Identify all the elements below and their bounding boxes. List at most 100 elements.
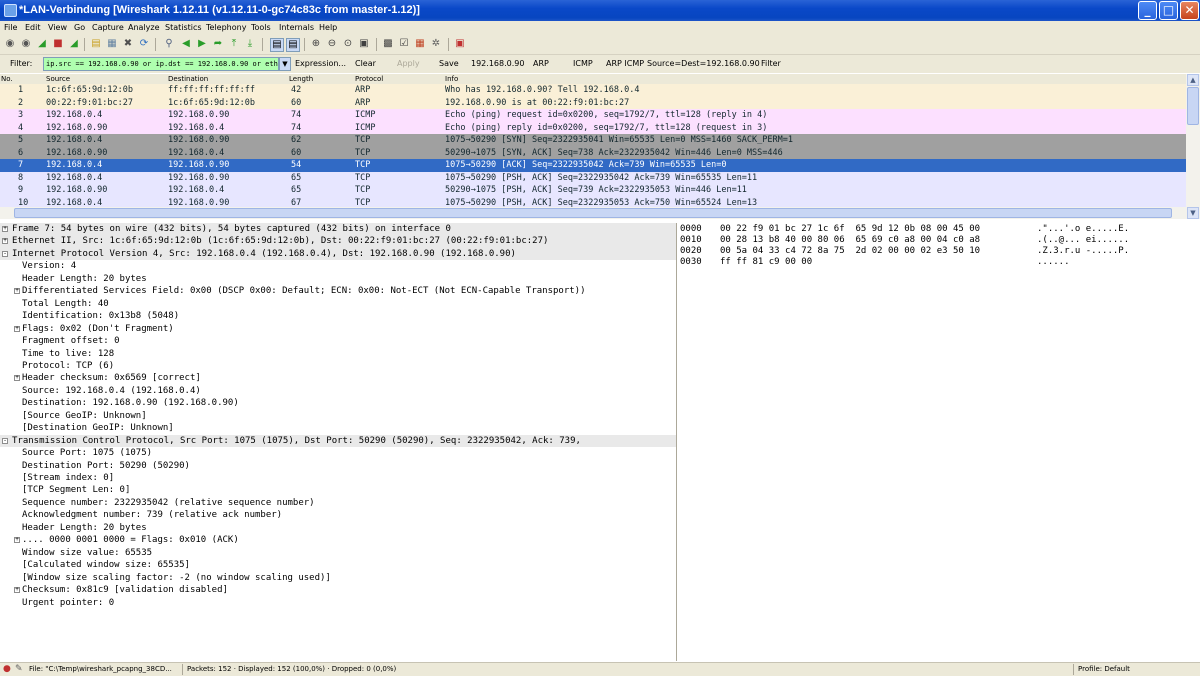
go-last-packet-icon[interactable]: ⤓ — [244, 38, 256, 50]
packet-row[interactable]: 7 192.168.0.4 192.168.0.90 54 TCP 1075→50290 … — [0, 159, 1186, 172]
comments-icon[interactable]: ✎ — [15, 664, 23, 674]
detail-tree-item[interactable]: Header Length: 20 bytes — [0, 522, 676, 535]
go-back-icon[interactable]: ◀ — [180, 38, 192, 50]
column-header-length[interactable]: Length — [289, 75, 313, 83]
colorize-icon[interactable]: ▤ — [270, 38, 284, 52]
scroll-down-icon[interactable]: ▼ — [1187, 207, 1199, 219]
collapse-icon[interactable]: - — [2, 250, 8, 257]
detail-tree-item[interactable]: Urgent pointer: 0 — [0, 597, 676, 610]
display-filters-icon[interactable]: ☑ — [398, 38, 410, 50]
status-profile[interactable]: Profile: Default — [1078, 665, 1130, 673]
open-file-icon[interactable]: ▤ — [90, 38, 102, 50]
expand-icon[interactable]: + — [2, 226, 8, 232]
detail-tree-item[interactable]: + Differentiated Services Field: 0x00 (DS… — [0, 285, 676, 298]
expand-icon[interactable]: + — [14, 537, 20, 544]
hex-bytes[interactable]: 00 5a 04 33 c4 72 8a 75 2d 02 00 00 02 e… — [720, 246, 980, 257]
start-capture-icon[interactable]: ◢ — [36, 38, 48, 50]
detail-tree-item[interactable]: Time to live: 128 — [0, 348, 676, 361]
packet-list-pane[interactable]: No. Source Destination Length Protocol I… — [0, 74, 1200, 219]
menu-go[interactable]: Go — [74, 23, 85, 32]
go-forward-icon[interactable]: ▶ — [196, 38, 208, 50]
detail-tree-item[interactable]: [Calculated window size: 65535] — [0, 559, 676, 572]
detail-tree-item[interactable]: [Destination GeoIP: Unknown] — [0, 422, 676, 435]
resize-columns-icon[interactable]: ▣ — [358, 38, 370, 50]
hex-bytes[interactable]: 00 28 13 b8 40 00 80 06 65 69 c0 a8 00 0… — [720, 235, 980, 246]
packet-details-pane[interactable]: + Frame 7: 54 bytes on wire (432 bits), 5… — [0, 223, 677, 661]
save-filter-button[interactable]: Save — [439, 59, 459, 68]
detail-tree-item[interactable]: - Internet Protocol Version 4, Src: 192.1… — [0, 247, 676, 261]
detail-tree-item[interactable]: Acknowledgment number: 739 (relative ack… — [0, 509, 676, 522]
packet-list-vertical-scrollbar[interactable]: ▲ ▼ — [1186, 74, 1200, 219]
ascii-bytes[interactable]: .(..@... ei...... — [1037, 235, 1129, 246]
clear-button[interactable]: Clear — [355, 59, 376, 68]
horizontal-scroll-thumb[interactable] — [14, 208, 1172, 218]
detail-tree-item[interactable]: Source: 192.168.0.4 (192.168.0.4) — [0, 385, 676, 398]
expert-info-icon[interactable]: ● — [3, 664, 11, 674]
menu-tools[interactable]: Tools — [251, 23, 271, 32]
packet-bytes-pane[interactable]: 0000 00 22 f9 01 bc 27 1c 6f 65 9d 12 0b … — [680, 223, 1200, 661]
detail-tree-item[interactable]: Window size value: 65535 — [0, 547, 676, 560]
expand-icon[interactable]: + — [14, 375, 20, 382]
detail-tree-item[interactable]: + Header checksum: 0x6569 [correct] — [0, 372, 676, 385]
display-filter-input[interactable]: ip.src == 192.168.0.90 or ip.dst == 192.… — [43, 57, 279, 71]
detail-tree-item[interactable]: Total Length: 40 — [0, 298, 676, 311]
menu-statistics[interactable]: Statistics — [165, 23, 202, 32]
menu-telephony[interactable]: Telephony — [206, 23, 246, 32]
minimize-button[interactable]: _ — [1138, 1, 1157, 20]
zoom-out-icon[interactable]: ⊖ — [326, 38, 338, 50]
apply-button[interactable]: Apply — [397, 59, 420, 68]
menu-analyze[interactable]: Analyze — [128, 23, 160, 32]
detail-tree-item[interactable]: Version: 4 — [0, 260, 676, 273]
detail-tree-item[interactable]: Destination Port: 50290 (50290) — [0, 460, 676, 473]
normal-size-icon[interactable]: ⊙ — [342, 38, 354, 50]
detail-tree-item[interactable]: - Transmission Control Protocol, Src Port… — [0, 434, 676, 448]
column-header-destination[interactable]: Destination — [168, 75, 208, 83]
help-icon[interactable]: ▣ — [454, 38, 466, 50]
detail-tree-item[interactable]: + Ethernet II, Src: 1c:6f:65:9d:12:0b (1c… — [0, 235, 676, 248]
detail-tree-item[interactable]: [Window size scaling factor: -2 (no wind… — [0, 572, 676, 585]
packet-row[interactable]: 2 00:22:f9:01:bc:27 1c:6f:65:9d:12:0b 60 ARP… — [0, 96, 1186, 109]
hex-bytes[interactable]: 00 22 f9 01 bc 27 1c 6f 65 9d 12 0b 08 0… — [720, 224, 980, 235]
maximize-button[interactable]: □ — [1159, 1, 1178, 20]
expand-icon[interactable]: + — [14, 325, 20, 332]
detail-tree-item[interactable]: Source Port: 1075 (1075) — [0, 447, 676, 460]
restart-capture-icon[interactable]: ◢ — [68, 38, 80, 50]
filter-button-arp-icmp[interactable]: ARP ICMP — [606, 59, 644, 68]
column-header-info[interactable]: Info — [445, 75, 458, 83]
close-button[interactable]: ✕ — [1180, 1, 1199, 20]
stop-capture-icon[interactable]: ■ — [52, 38, 64, 50]
menu-edit[interactable]: Edit — [25, 23, 41, 32]
detail-tree-item[interactable]: [Stream index: 0] — [0, 472, 676, 485]
detail-tree-item[interactable]: Header Length: 20 bytes — [0, 273, 676, 286]
detail-tree-item[interactable]: Sequence number: 2322935042 (relative se… — [0, 497, 676, 510]
detail-tree-item[interactable]: Destination: 192.168.0.90 (192.168.0.90) — [0, 397, 676, 410]
interfaces-icon[interactable]: ◉ — [4, 38, 16, 50]
detail-tree-item[interactable]: +.... 0000 0001 0000 = Flags: 0x010 (ACK… — [0, 534, 676, 547]
go-first-packet-icon[interactable]: ⤒ — [228, 38, 240, 50]
scroll-up-icon[interactable]: ▲ — [1187, 74, 1199, 86]
packet-row[interactable]: 1 1c:6f:65:9d:12:0b ff:ff:ff:ff:ff:ff 42 ARP… — [0, 84, 1186, 97]
find-packet-icon[interactable]: ⚲ — [163, 38, 175, 50]
go-to-packet-icon[interactable]: ➦ — [212, 38, 224, 50]
preferences-icon[interactable]: ✲ — [430, 38, 442, 50]
detail-tree-item[interactable]: [Source GeoIP: Unknown] — [0, 410, 676, 423]
expand-icon[interactable]: + — [14, 587, 20, 594]
filter-button-icmp[interactable]: ICMP — [573, 59, 593, 68]
ascii-bytes[interactable]: ."...'.o e.....E. — [1037, 224, 1129, 235]
auto-scroll-icon[interactable]: ▤ — [286, 38, 300, 52]
zoom-in-icon[interactable]: ⊕ — [310, 38, 322, 50]
filter-button-ip[interactable]: 192.168.0.90 — [471, 59, 524, 68]
expand-icon[interactable]: + — [2, 238, 8, 245]
menu-internals[interactable]: Internals — [279, 23, 314, 32]
detail-tree-item[interactable]: Protocol: TCP (6) — [0, 360, 676, 373]
menu-capture[interactable]: Capture — [92, 23, 124, 32]
filter-button-arp[interactable]: ARP — [533, 59, 549, 68]
detail-tree-item[interactable]: + Flags: 0x02 (Don't Fragment) — [0, 323, 676, 336]
column-header-protocol[interactable]: Protocol — [355, 75, 383, 83]
menu-file[interactable]: File — [4, 23, 17, 32]
detail-tree-item[interactable]: + Checksum: 0x81c9 [validation disabled] — [0, 584, 676, 597]
column-header-source[interactable]: Source — [46, 75, 70, 83]
coloring-rules-icon[interactable]: ▦ — [414, 38, 426, 50]
packet-row[interactable]: 8 192.168.0.4 192.168.0.90 65 TCP 1075→50290 … — [0, 171, 1186, 184]
menu-help[interactable]: Help — [319, 23, 337, 32]
